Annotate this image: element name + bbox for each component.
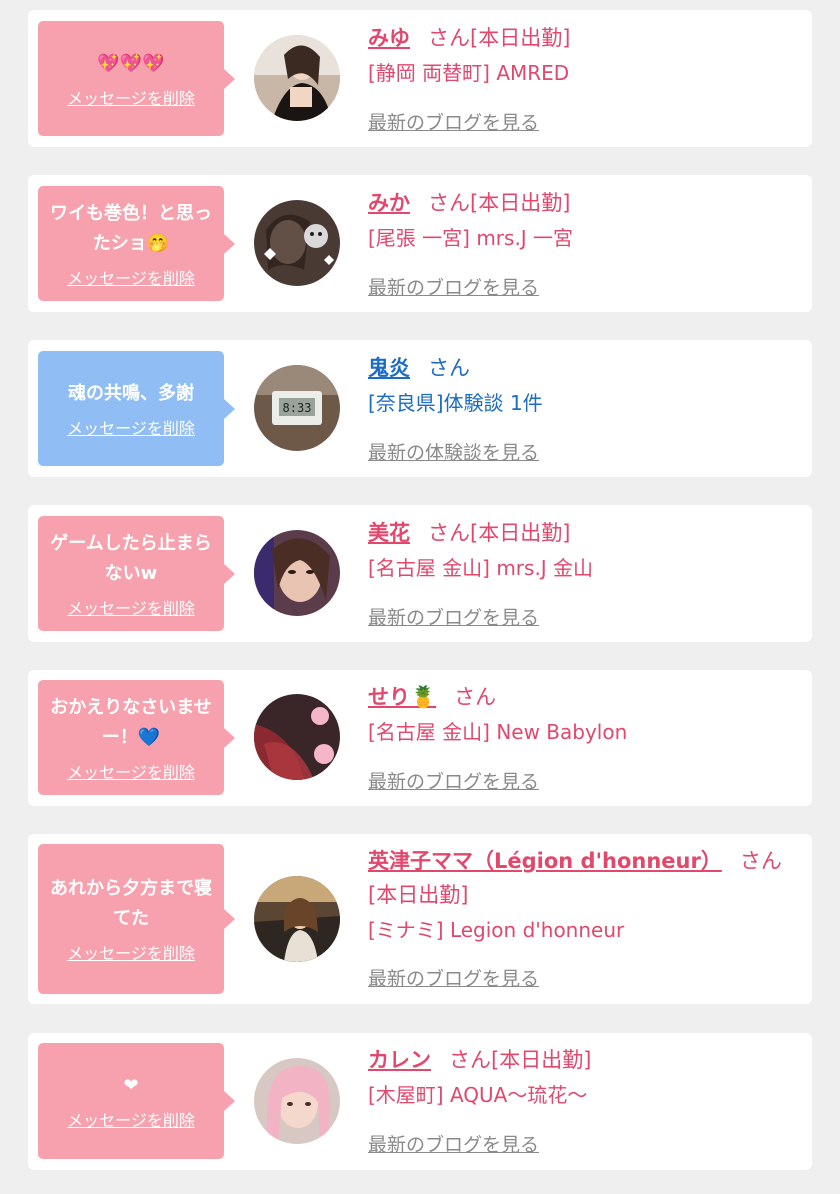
shop-info: [名古屋 金山] New Babylon (368, 720, 628, 744)
name-line: みゆ さん[本日出勤] (368, 21, 796, 55)
message-bubble: ゲームしたら止まらないw メッセージを削除 (38, 516, 235, 631)
user-name-link[interactable]: 美花 (368, 521, 410, 545)
message-card: ゲームしたら止まらないw メッセージを削除 美花 さん[本日出勤] [名古屋 金山… (28, 505, 812, 642)
name-suffix: さん[本日出勤] (428, 191, 571, 215)
latest-blog-link[interactable]: 最新のブログを見る (368, 767, 539, 794)
shop-info: [ミナミ] Legion d'honneur (368, 918, 625, 942)
message-bubble: ❤ メッセージを削除 (38, 1043, 235, 1159)
delete-message-link[interactable]: メッセージを削除 (67, 763, 195, 783)
user-name-link[interactable]: せり🍍 (368, 685, 436, 709)
shop-info: [尾張 一宮] mrs.J 一宮 (368, 226, 574, 250)
message-card: ワイも巻色！と思ったショ🤭 メッセージを削除 みか さん[本日出勤] [尾張 一宮… (28, 175, 812, 312)
name-line: 英津子ママ（Légion d'honneur） さん[本日出勤] (368, 844, 806, 912)
delete-message-link[interactable]: メッセージを削除 (67, 89, 195, 109)
message-text: 💖💖💖 (97, 52, 165, 74)
message-card: 魂の共鳴、多謝 メッセージを削除 8:33 鬼炎 さん [奈良県]体験談 1件 最… (28, 340, 812, 477)
message-text: ❤ (123, 1075, 139, 1096)
avatar[interactable] (254, 35, 340, 121)
delete-message-link[interactable]: メッセージを削除 (67, 419, 195, 439)
latest-blog-link[interactable]: 最新のブログを見る (368, 603, 539, 630)
message-card: あれから夕方まで寝てた メッセージを削除 英津子ママ（Légion d'honn… (28, 834, 812, 1004)
latest-blog-link[interactable]: 最新のブログを見る (368, 108, 539, 135)
message-text: 魂の共鳴、多謝 (68, 382, 194, 404)
name-suffix: さん[本日出勤] (449, 1048, 592, 1072)
delete-message-link[interactable]: メッセージを削除 (67, 599, 195, 619)
svg-text:8:33: 8:33 (283, 401, 312, 415)
name-suffix: さん[本日出勤] (428, 521, 571, 545)
user-name-link[interactable]: みゆ (368, 26, 410, 50)
user-name-link[interactable]: みか (368, 191, 410, 215)
avatar[interactable] (254, 1058, 340, 1144)
name-line: 鬼炎 さん (368, 351, 796, 385)
message-text: あれから夕方まで寝てた (50, 878, 212, 929)
user-name-link[interactable]: 英津子ママ（Légion d'honneur） (368, 849, 722, 873)
shop-info: [奈良県]体験談 1件 (368, 391, 543, 415)
delete-message-link[interactable]: メッセージを削除 (67, 944, 195, 964)
name-suffix: さん (454, 685, 497, 709)
latest-blog-link[interactable]: 最新のブログを見る (368, 1130, 539, 1157)
message-text: ワイも巻色！と思ったショ🤭 (50, 202, 212, 254)
name-line: せり🍍 さん (368, 680, 796, 714)
name-line: みか さん[本日出勤] (368, 186, 796, 220)
delete-message-link[interactable]: メッセージを削除 (67, 1111, 195, 1131)
message-list: 💖💖💖 メッセージを削除 みゆ さん[本日出勤] [静岡 両替町] AMRED 最… (0, 0, 840, 1194)
card-info: 美花 さん[本日出勤] [名古屋 金山] mrs.J 金山 (368, 516, 796, 585)
avatar[interactable]: 8:33 (254, 365, 340, 451)
user-name-link[interactable]: カレン (368, 1048, 431, 1072)
avatar[interactable] (254, 876, 340, 962)
card-info: 英津子ママ（Légion d'honneur） さん[本日出勤] [ミナミ] Le… (368, 844, 806, 947)
message-bubble: あれから夕方まで寝てた メッセージを削除 (38, 844, 235, 994)
message-card: 💖💖💖 メッセージを削除 みゆ さん[本日出勤] [静岡 両替町] AMRED 最… (28, 10, 812, 147)
message-bubble: ワイも巻色！と思ったショ🤭 メッセージを削除 (38, 186, 235, 301)
avatar[interactable] (254, 694, 340, 780)
avatar[interactable] (254, 530, 340, 616)
delete-message-link[interactable]: メッセージを削除 (67, 269, 195, 289)
card-info: カレン さん[本日出勤] [木屋町] AQUA～琉花～ (368, 1043, 796, 1112)
message-bubble: 魂の共鳴、多謝 メッセージを削除 (38, 351, 235, 466)
shop-info: [静岡 両替町] AMRED (368, 61, 570, 85)
message-text: ゲームしたら止まらないw (50, 532, 212, 584)
message-card: ❤ メッセージを削除 カレン さん[本日出勤] [木屋町] AQUA～琉花～ 最新… (28, 1033, 812, 1170)
name-line: カレン さん[本日出勤] (368, 1043, 796, 1077)
name-suffix: さん[本日出勤] (428, 26, 571, 50)
message-bubble: おかえりなさいませー！💙 メッセージを削除 (38, 680, 235, 795)
name-suffix: さん (428, 356, 470, 380)
latest-blog-link[interactable]: 最新のブログを見る (368, 273, 539, 300)
card-info: せり🍍 さん [名古屋 金山] New Babylon (368, 680, 796, 749)
card-info: 鬼炎 さん [奈良県]体験談 1件 (368, 351, 796, 420)
latest-review-link[interactable]: 最新の体験談を見る (368, 438, 539, 465)
message-bubble: 💖💖💖 メッセージを削除 (38, 21, 235, 136)
card-info: みか さん[本日出勤] [尾張 一宮] mrs.J 一宮 (368, 186, 796, 255)
shop-info: [木屋町] AQUA～琉花～ (368, 1083, 588, 1107)
name-line: 美花 さん[本日出勤] (368, 516, 796, 550)
shop-info: [名古屋 金山] mrs.J 金山 (368, 556, 594, 580)
user-name-link[interactable]: 鬼炎 (368, 356, 410, 380)
card-info: みゆ さん[本日出勤] [静岡 両替町] AMRED (368, 21, 796, 90)
message-text: おかえりなさいませー！💙 (50, 696, 212, 748)
message-card: おかえりなさいませー！💙 メッセージを削除 せり🍍 さん [名古屋 金山] New… (28, 670, 812, 806)
avatar[interactable] (254, 200, 340, 286)
latest-blog-link[interactable]: 最新のブログを見る (368, 964, 539, 991)
